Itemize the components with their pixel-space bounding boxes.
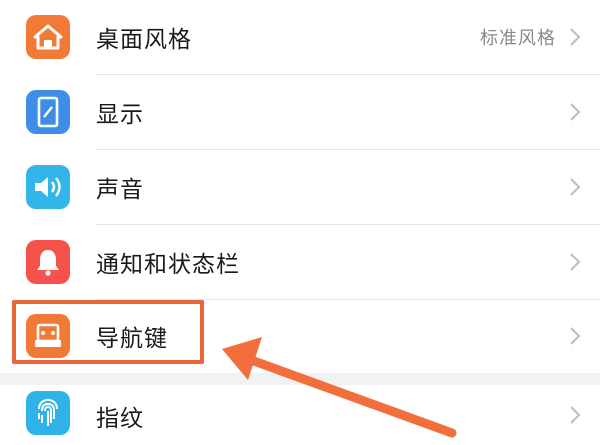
settings-item-navigation-keys[interactable]: 导航键: [0, 299, 600, 373]
chevron-right-icon: [570, 253, 581, 271]
chevron-right-icon: [570, 103, 581, 121]
settings-item-notifications[interactable]: 通知和状态栏: [0, 225, 600, 299]
chevron-right-icon: [570, 178, 581, 196]
settings-item-value: 标准风格: [480, 28, 556, 49]
settings-group-primary: 桌面风格 标准风格 显示 声音 通知和状态栏 导航键: [0, 0, 600, 373]
settings-item-label: 显示: [96, 102, 144, 128]
settings-item-label: 导航键: [96, 326, 168, 352]
speaker-icon: [26, 165, 70, 209]
settings-item-fingerprint[interactable]: 指纹: [0, 385, 600, 445]
settings-item-desktop-style[interactable]: 桌面风格 标准风格: [0, 0, 600, 74]
settings-item-label: 通知和状态栏: [96, 252, 240, 278]
settings-item-label: 声音: [96, 177, 144, 203]
chevron-right-icon: [570, 327, 581, 345]
bell-icon: [26, 240, 70, 284]
chevron-right-icon: [570, 406, 581, 424]
settings-group-secondary: 指纹: [0, 385, 600, 445]
phone-display-icon: [26, 90, 70, 134]
settings-item-label: 桌面风格: [96, 27, 192, 53]
settings-item-sound[interactable]: 声音: [0, 150, 600, 224]
chevron-right-icon: [570, 28, 581, 46]
navigation-key-icon: [26, 314, 70, 358]
fingerprint-icon: [26, 391, 70, 435]
settings-item-display[interactable]: 显示: [0, 75, 600, 149]
home-icon: [26, 15, 70, 59]
settings-item-label: 指纹: [96, 406, 144, 432]
